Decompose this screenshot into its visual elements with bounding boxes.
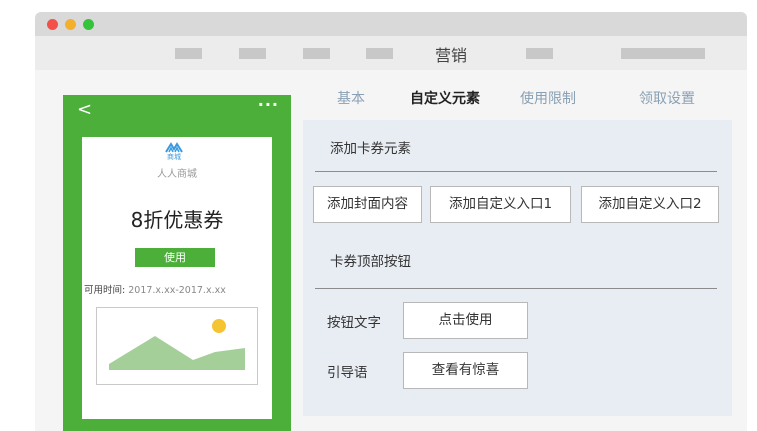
add-custom-entry-2-button[interactable]: 添加自定义入口2 <box>581 186 719 223</box>
maximize-window-icon[interactable] <box>83 19 94 30</box>
tab-custom-elements[interactable]: 自定义元素 <box>410 88 480 108</box>
custom-elements-panel: 添加卡券元素 添加封面内容 添加自定义入口1 添加自定义入口2 卡券顶部按钮 按… <box>303 120 732 416</box>
nav-user-placeholder[interactable] <box>621 48 705 59</box>
section-divider <box>315 288 717 289</box>
button-text-label: 按钮文字 <box>327 315 381 331</box>
browser-window: 营销 < ··· 商城 人人商城 8折优惠券 使用 可用时间: 2017.x.x… <box>35 12 747 431</box>
minimize-window-icon[interactable] <box>65 19 76 30</box>
valid-time: 可用时间: 2017.x.xx-2017.x.xx <box>84 282 272 296</box>
button-text-input[interactable]: 点击使用 <box>403 302 528 339</box>
nav-item-placeholder[interactable] <box>526 48 553 59</box>
section-divider <box>315 171 717 172</box>
shop-logo-icon: 商城 <box>163 139 185 161</box>
valid-time-label: 可用时间: <box>84 285 126 296</box>
tab-usage-limits[interactable]: 使用限制 <box>520 88 576 108</box>
use-coupon-button[interactable]: 使用 <box>135 248 215 267</box>
window-titlebar <box>35 12 747 36</box>
nav-item-marketing[interactable]: 营销 <box>435 42 467 66</box>
nav-item-placeholder[interactable] <box>366 48 393 59</box>
more-icon[interactable]: ··· <box>258 95 279 114</box>
top-button-title: 卡券顶部按钮 <box>330 254 411 270</box>
tab-basic[interactable]: 基本 <box>337 88 365 108</box>
close-window-icon[interactable] <box>47 19 58 30</box>
shop-name: 人人商城 <box>157 169 197 180</box>
main-content: < ··· 商城 人人商城 8折优惠券 使用 可用时间: 2017.x.xx-2… <box>35 70 747 431</box>
top-navbar: 营销 <box>35 36 747 70</box>
settings-tabs: 基本 自定义元素 使用限制 领取设置 <box>303 70 733 120</box>
add-cover-content-button[interactable]: 添加封面内容 <box>313 186 422 223</box>
guide-text-label: 引导语 <box>327 365 368 381</box>
coupon-card: 商城 人人商城 8折优惠券 使用 可用时间: 2017.x.xx-2017.x.… <box>82 137 272 419</box>
image-placeholder-icon <box>96 307 258 385</box>
nav-item-placeholder[interactable] <box>175 48 202 59</box>
nav-item-placeholder[interactable] <box>303 48 330 59</box>
logo-text: 商城 <box>167 153 181 161</box>
back-arrow-icon[interactable]: < <box>77 99 92 120</box>
valid-time-value: 2017.x.xx-2017.x.xx <box>128 285 226 296</box>
guide-text-input[interactable]: 查看有惊喜 <box>403 352 528 389</box>
tab-claim-settings[interactable]: 领取设置 <box>639 88 695 108</box>
nav-item-placeholder[interactable] <box>239 48 266 59</box>
add-custom-entry-1-button[interactable]: 添加自定义入口1 <box>430 186 571 223</box>
coupon-phone-preview: < ··· 商城 人人商城 8折优惠券 使用 可用时间: 2017.x.xx-2… <box>63 95 291 431</box>
add-elements-title: 添加卡券元素 <box>330 141 411 157</box>
coupon-title: 8折优惠券 <box>130 208 224 232</box>
